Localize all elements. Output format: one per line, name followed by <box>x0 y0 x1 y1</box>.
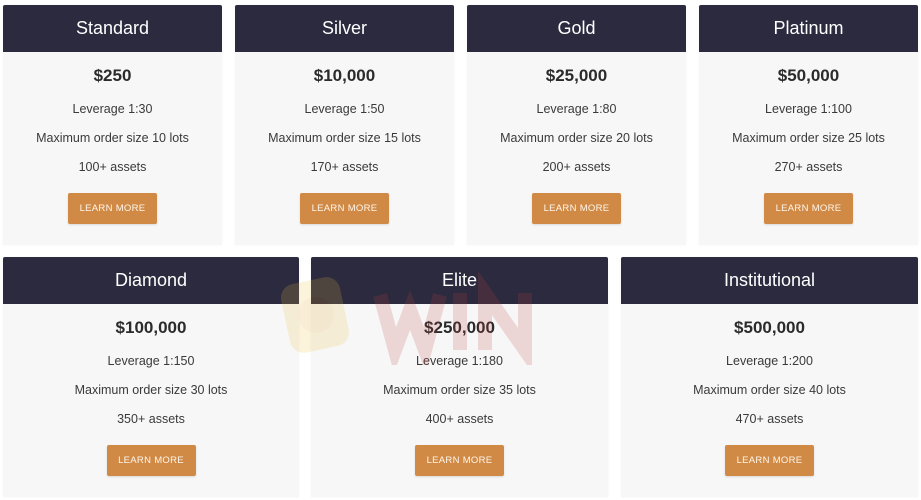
plan-card-platinum: Platinum $50,000 Leverage 1:100 Maximum … <box>699 5 918 245</box>
plan-leverage: Leverage 1:200 <box>726 354 813 368</box>
plan-price: $10,000 <box>313 66 376 85</box>
plan-leverage: Leverage 1:150 <box>107 354 195 368</box>
plan-assets: 170+ assets <box>310 160 379 174</box>
plan-card-silver: Silver $10,000 Leverage 1:50 Maximum ord… <box>235 5 454 245</box>
plan-price: $250,000 <box>424 318 495 337</box>
plan-leverage: Leverage 1:180 <box>416 354 503 368</box>
learn-more-button[interactable]: LEARN MORE <box>725 445 814 476</box>
plan-price: $500,000 <box>734 318 805 337</box>
plan-leverage: Leverage 1:30 <box>72 102 153 116</box>
learn-more-button[interactable]: LEARN MORE <box>300 193 389 224</box>
plan-title: Standard <box>3 5 222 52</box>
plan-order-size: Maximum order size 35 lots <box>383 383 536 397</box>
learn-more-button[interactable]: LEARN MORE <box>415 445 504 476</box>
plan-assets: 200+ assets <box>542 160 611 174</box>
learn-more-button[interactable]: LEARN MORE <box>106 445 196 476</box>
plan-price: $50,000 <box>777 66 840 85</box>
plan-assets: 270+ assets <box>774 160 843 174</box>
plan-order-size: Maximum order size 10 lots <box>36 131 189 145</box>
plan-title: Silver <box>235 5 454 52</box>
plan-leverage: Leverage 1:100 <box>765 102 852 116</box>
plan-card-institutional: Institutional $500,000 Leverage 1:200 Ma… <box>621 257 918 497</box>
plan-assets: 350+ assets <box>117 412 185 426</box>
plan-leverage: Leverage 1:80 <box>536 102 617 116</box>
plan-assets: 100+ assets <box>78 160 147 174</box>
plan-order-size: Maximum order size 25 lots <box>732 131 885 145</box>
plan-card-standard: Standard $250 Leverage 1:30 Maximum orde… <box>3 5 222 245</box>
plan-price: $100,000 <box>115 318 187 337</box>
plan-order-size: Maximum order size 15 lots <box>268 131 421 145</box>
plan-title: Institutional <box>621 257 918 304</box>
plan-order-size: Maximum order size 30 lots <box>74 383 228 397</box>
plan-assets: 400+ assets <box>425 412 494 426</box>
plan-card-elite: Elite $250,000 Leverage 1:180 Maximum or… <box>311 257 608 497</box>
plan-leverage: Leverage 1:50 <box>304 102 385 116</box>
plan-card-diamond: Diamond $100,000 Leverage 1:150 Maximum … <box>3 257 299 497</box>
plan-title: Diamond <box>3 257 299 304</box>
plan-card-gold: Gold $25,000 Leverage 1:80 Maximum order… <box>467 5 686 245</box>
learn-more-button[interactable]: LEARN MORE <box>532 193 621 224</box>
plan-title: Gold <box>467 5 686 52</box>
learn-more-button[interactable]: LEARN MORE <box>68 193 157 224</box>
plan-title: Platinum <box>699 5 918 52</box>
plan-order-size: Maximum order size 20 lots <box>500 131 653 145</box>
plan-title: Elite <box>311 257 608 304</box>
plan-order-size: Maximum order size 40 lots <box>693 383 846 397</box>
plan-price: $25,000 <box>545 66 608 85</box>
plan-assets: 470+ assets <box>735 412 804 426</box>
plan-price: $250 <box>93 66 132 85</box>
learn-more-button[interactable]: LEARN MORE <box>764 193 853 224</box>
